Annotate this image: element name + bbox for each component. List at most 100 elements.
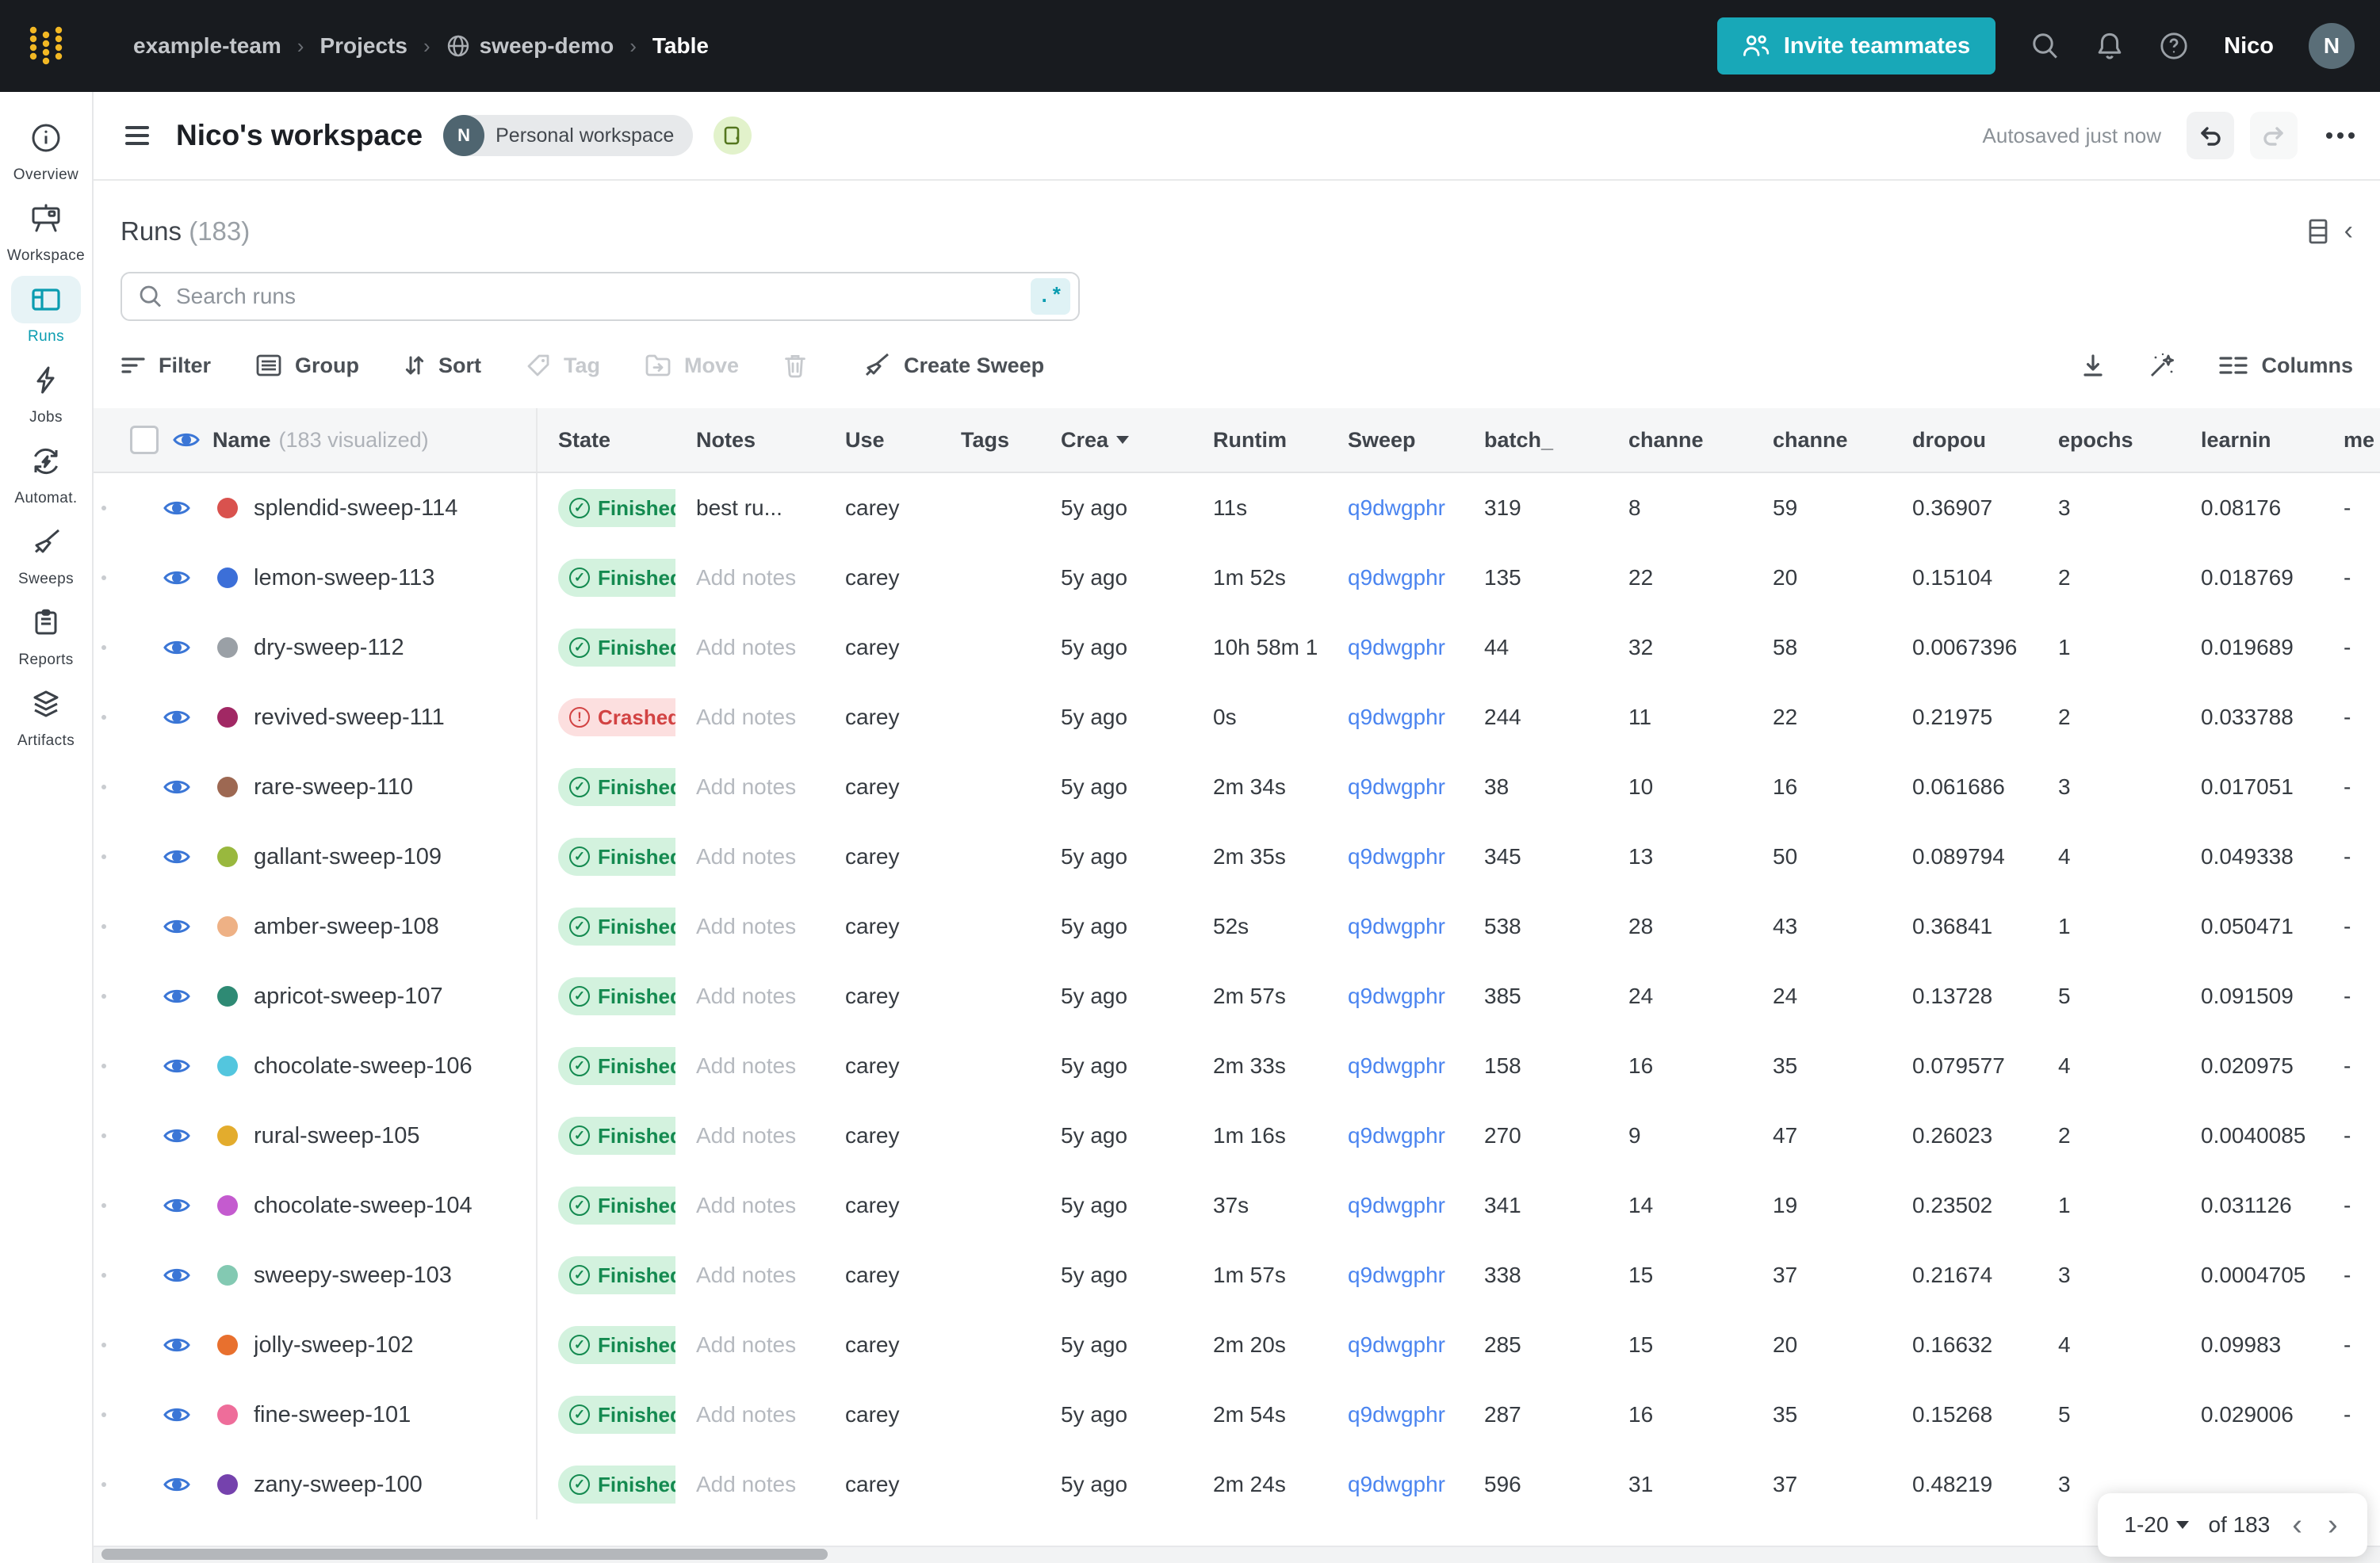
workspace-title[interactable]: Nico's workspace — [176, 119, 423, 152]
table-row[interactable]: lemon-sweep-113 ✓ Finished Add notes care… — [94, 543, 2380, 613]
create-sweep-button[interactable]: Create Sweep — [861, 351, 1044, 380]
select-all-checkbox[interactable] — [130, 426, 159, 454]
drag-handle[interactable] — [101, 1482, 106, 1487]
sidebar-item-reports[interactable]: Reports — [3, 599, 89, 669]
drag-handle[interactable] — [101, 1064, 106, 1068]
sweep-link[interactable]: q9dwgphr — [1348, 705, 1445, 729]
visibility-eye-icon[interactable] — [163, 917, 190, 936]
drag-handle[interactable] — [101, 1273, 106, 1278]
cell-notes[interactable]: Add notes — [675, 844, 825, 869]
drag-handle[interactable] — [101, 854, 106, 859]
drag-handle[interactable] — [101, 1203, 106, 1208]
regex-toggle-button[interactable]: .* — [1031, 278, 1070, 315]
column-channels-one[interactable]: channe — [1608, 428, 1752, 453]
sweep-link[interactable]: q9dwgphr — [1348, 1402, 1445, 1427]
visibility-eye-icon[interactable] — [163, 1057, 190, 1076]
visibility-eye-icon[interactable] — [163, 1196, 190, 1215]
horizontal-scrollbar[interactable] — [94, 1546, 2380, 1563]
cell-notes[interactable]: Add notes — [675, 1263, 825, 1288]
run-name[interactable]: revived-sweep-111 — [254, 705, 445, 731]
undo-button[interactable] — [2187, 112, 2234, 159]
sidebar-item-overview[interactable]: Overview — [3, 114, 89, 184]
visibility-eye-icon[interactable] — [163, 1336, 190, 1355]
cell-notes[interactable]: Add notes — [675, 1123, 825, 1148]
table-row[interactable]: gallant-sweep-109 ✓ Finished Add notes ca… — [94, 822, 2380, 892]
column-learning-rate[interactable]: learnin — [2180, 428, 2323, 453]
cell-notes[interactable]: Add notes — [675, 1402, 825, 1427]
run-name[interactable]: chocolate-sweep-106 — [254, 1053, 473, 1080]
group-button[interactable]: Group — [255, 353, 359, 378]
column-state[interactable]: State — [538, 428, 675, 453]
magic-wand-icon[interactable] — [2147, 350, 2177, 380]
sidebar-item-artifacts[interactable]: Artifacts — [3, 680, 89, 750]
cell-notes[interactable]: Add notes — [675, 635, 825, 660]
cell-notes[interactable]: Add notes — [675, 984, 825, 1009]
cell-notes[interactable]: Add notes — [675, 1472, 825, 1497]
breadcrumb-team[interactable]: example-team — [133, 33, 281, 59]
run-name[interactable]: splendid-sweep-114 — [254, 495, 457, 522]
sweep-link[interactable]: q9dwgphr — [1348, 1263, 1445, 1287]
breadcrumb-project[interactable]: sweep-demo — [446, 33, 614, 59]
sweep-link[interactable]: q9dwgphr — [1348, 1123, 1445, 1148]
sweep-link[interactable]: q9dwgphr — [1348, 565, 1445, 590]
cell-notes[interactable]: best ru... — [675, 495, 825, 521]
more-options-icon[interactable] — [2326, 132, 2355, 139]
column-batch-size[interactable]: batch_ — [1464, 428, 1608, 453]
table-row[interactable]: jolly-sweep-102 ✓ Finished Add notes care… — [94, 1310, 2380, 1380]
run-name[interactable]: jolly-sweep-102 — [254, 1332, 414, 1359]
column-channels-two[interactable]: channe — [1752, 428, 1892, 453]
cell-notes[interactable]: Add notes — [675, 914, 825, 939]
run-name[interactable]: dry-sweep-112 — [254, 635, 404, 661]
drag-handle[interactable] — [101, 1343, 106, 1347]
search-runs-input[interactable]: Search runs .* — [121, 272, 1080, 321]
table-row[interactable]: apricot-sweep-107 ✓ Finished Add notes ca… — [94, 961, 2380, 1031]
sweep-link[interactable]: q9dwgphr — [1348, 774, 1445, 799]
column-epochs[interactable]: epochs — [2038, 428, 2180, 453]
sweep-link[interactable]: q9dwgphr — [1348, 1472, 1445, 1496]
filter-button[interactable]: Filter — [121, 353, 211, 378]
drag-handle[interactable] — [101, 506, 106, 510]
sweep-link[interactable]: q9dwgphr — [1348, 635, 1445, 659]
sweep-link[interactable]: q9dwgphr — [1348, 984, 1445, 1008]
table-row[interactable]: amber-sweep-108 ✓ Finished Add notes care… — [94, 892, 2380, 961]
sweep-link[interactable]: q9dwgphr — [1348, 495, 1445, 520]
column-notes[interactable]: Notes — [675, 428, 825, 453]
table-row[interactable]: sweepy-sweep-103 ✓ Finished Add notes car… — [94, 1240, 2380, 1310]
cell-notes[interactable]: Add notes — [675, 1332, 825, 1358]
run-name[interactable]: rare-sweep-110 — [254, 774, 413, 801]
column-metric[interactable]: me — [2323, 428, 2380, 453]
table-row[interactable]: zany-sweep-100 ✓ Finished Add notes carey… — [94, 1450, 2380, 1519]
move-button[interactable]: Move — [645, 353, 739, 378]
table-row[interactable]: rural-sweep-105 ✓ Finished Add notes care… — [94, 1101, 2380, 1171]
visibility-eye-icon[interactable] — [163, 987, 190, 1006]
scrollbar-thumb[interactable] — [101, 1549, 828, 1560]
collapse-panel-icon[interactable]: ‹ — [2344, 216, 2353, 246]
table-row[interactable]: chocolate-sweep-106 ✓ Finished Add notes … — [94, 1031, 2380, 1101]
panel-layout-icon[interactable] — [2308, 218, 2328, 245]
cell-notes[interactable]: Add notes — [675, 774, 825, 800]
page-size-dropdown[interactable]: 1-20 — [2124, 1512, 2190, 1538]
invite-teammates-button[interactable]: Invite teammates — [1716, 17, 1996, 75]
clear-workspace-icon[interactable] — [714, 117, 752, 155]
visibility-eye-icon[interactable] — [163, 568, 190, 587]
run-name[interactable]: zany-sweep-100 — [254, 1472, 423, 1498]
visibility-eye-icon[interactable] — [163, 708, 190, 727]
visibility-eye-icon[interactable] — [163, 638, 190, 657]
drag-handle[interactable] — [101, 924, 106, 929]
table-row[interactable]: revived-sweep-111 ! Crashed Add notes car… — [94, 682, 2380, 752]
user-avatar[interactable]: N — [2309, 23, 2355, 69]
prev-page-icon[interactable]: ‹ — [2289, 1510, 2305, 1540]
column-user[interactable]: Use — [825, 428, 940, 453]
table-row[interactable]: splendid-sweep-114 ✓ Finished best ru... … — [94, 473, 2380, 543]
table-row[interactable]: dry-sweep-112 ✓ Finished Add notes carey … — [94, 613, 2380, 682]
sweep-link[interactable]: q9dwgphr — [1348, 1053, 1445, 1078]
run-name[interactable]: fine-sweep-101 — [254, 1402, 411, 1428]
column-created[interactable]: Crea — [1040, 428, 1192, 453]
cell-notes[interactable]: Add notes — [675, 565, 825, 590]
drag-handle[interactable] — [101, 575, 106, 580]
columns-button[interactable]: Columns — [2218, 353, 2353, 378]
drag-handle[interactable] — [101, 1133, 106, 1138]
workspace-menu-icon[interactable] — [119, 120, 155, 151]
run-name[interactable]: amber-sweep-108 — [254, 914, 439, 940]
tag-button[interactable]: Tag — [526, 353, 600, 378]
